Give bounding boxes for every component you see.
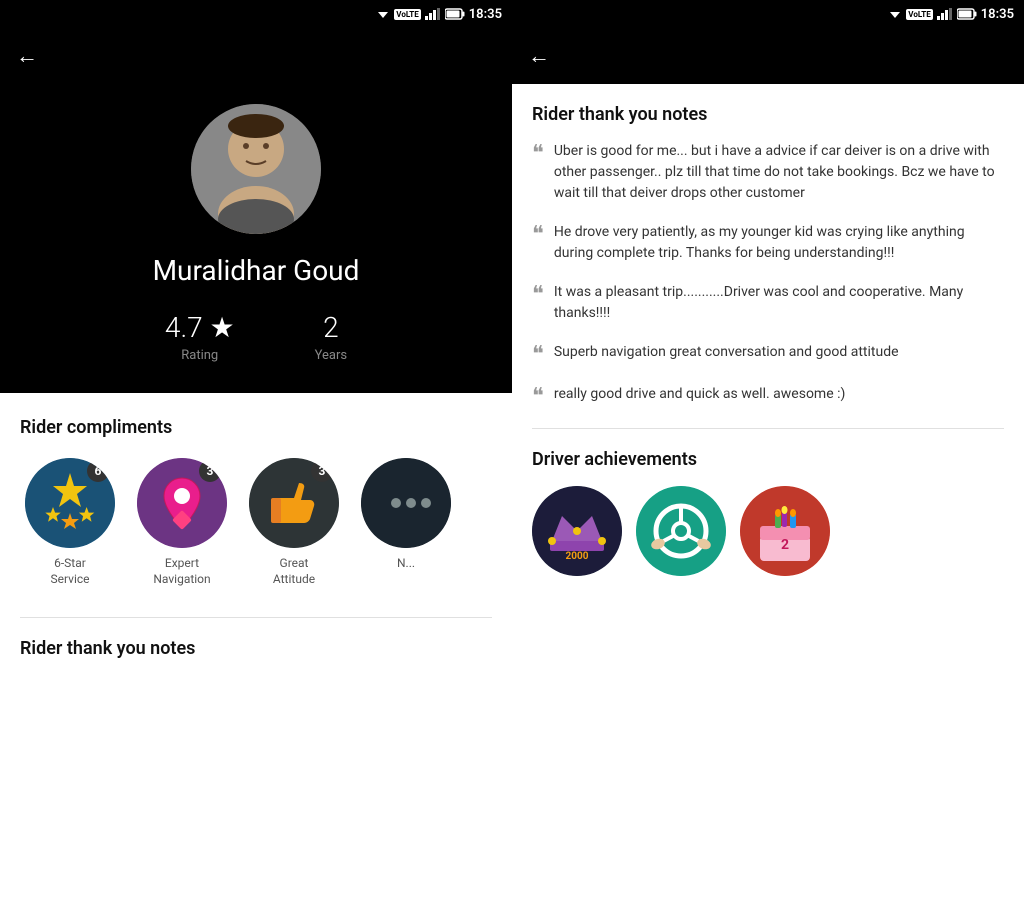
- back-button-right[interactable]: ←: [528, 43, 550, 69]
- achievements-row: 2000: [532, 486, 1004, 576]
- note-3: ❝ It was a pleasant trip...........Drive…: [532, 282, 1004, 324]
- compliments-title: Rider compliments: [20, 417, 492, 438]
- signal-icon-right: [937, 8, 953, 20]
- compliment-att-label: GreatAttitude: [273, 556, 315, 587]
- note-text-5: really good drive and quick as well. awe…: [554, 384, 846, 405]
- right-panel: VoLTE 18:35 ← Rider thank you notes ❝ Ub…: [512, 0, 1024, 911]
- note-1: ❝ Uber is good for me... but i have a ad…: [532, 141, 1004, 204]
- white-section: Rider compliments 6 6-StarService: [0, 393, 512, 911]
- years-stat: 2 Years: [315, 311, 347, 363]
- quote-icon-2: ❝: [532, 224, 544, 246]
- note-2: ❝ He drove very patiently, as my younger…: [532, 222, 1004, 264]
- compliment-more: N...: [356, 458, 456, 587]
- svg-text:2000: 2000: [566, 551, 589, 562]
- compliment-more-icon: [361, 458, 451, 548]
- compliments-row: 6 6-StarService 3: [20, 458, 492, 597]
- notes-title-left: Rider thank you notes: [20, 638, 492, 659]
- badge-navigation: 3: [199, 460, 221, 482]
- compliment-more-label: N...: [397, 556, 415, 572]
- battery-icon-left: [445, 8, 465, 20]
- notes-title-right: Rider thank you notes: [532, 104, 1004, 125]
- years-value: 2: [323, 311, 339, 344]
- achievements-title: Driver achievements: [532, 449, 1004, 470]
- note-4: ❝ Superb navigation great conversation a…: [532, 342, 1004, 366]
- wifi-icon-right: [888, 8, 902, 20]
- years-label: Years: [315, 348, 347, 363]
- note-text-4: Superb navigation great conversation and…: [554, 342, 899, 363]
- time-right: 18:35: [981, 7, 1014, 22]
- achievement-crown: 2000: [532, 486, 622, 576]
- rating-label: Rating: [181, 348, 218, 363]
- compliment-att-icon: 3: [249, 458, 339, 548]
- achievement-cake: 2: [740, 486, 830, 576]
- compliment-6star: 6 6-StarService: [20, 458, 120, 587]
- quote-icon-5: ❝: [532, 386, 544, 408]
- badge-attitude: 3: [311, 460, 333, 482]
- note-5: ❝ really good drive and quick as well. a…: [532, 384, 1004, 408]
- volte-badge-right: VoLTE: [906, 9, 932, 20]
- note-text-2: He drove very patiently, as my younger k…: [554, 222, 1004, 264]
- compliment-navigation: 3 ExpertNavigation: [132, 458, 232, 587]
- signal-icon-left: [425, 8, 441, 20]
- quote-icon-3: ❝: [532, 284, 544, 306]
- time-left: 18:35: [469, 7, 502, 22]
- compliment-6star-icon: 6: [25, 458, 115, 548]
- volte-badge-left: VoLTE: [394, 9, 420, 20]
- compliment-nav-label: ExpertNavigation: [153, 556, 210, 587]
- left-top-bar: ←: [0, 28, 512, 84]
- divider-notes: [532, 428, 1004, 429]
- left-status-bar: VoLTE 18:35: [0, 0, 512, 28]
- quote-icon-1: ❝: [532, 143, 544, 165]
- right-content: Rider thank you notes ❝ Uber is good for…: [512, 84, 1024, 911]
- achievement-wheel: [636, 486, 726, 576]
- profile-section: Muralidhar Goud 4.7 ★ Rating 2 Years: [0, 84, 512, 393]
- quote-icon-4: ❝: [532, 344, 544, 366]
- rating-stat: 4.7 ★ Rating: [165, 311, 235, 363]
- svg-text:2: 2: [781, 537, 789, 553]
- wifi-icon: [376, 8, 390, 20]
- compliment-nav-icon: 3: [137, 458, 227, 548]
- divider-compliments: [20, 617, 492, 618]
- back-button-left[interactable]: ←: [16, 43, 38, 69]
- right-top-bar: ←: [512, 28, 1024, 84]
- note-text-3: It was a pleasant trip...........Driver …: [554, 282, 1004, 324]
- rating-value: 4.7 ★: [165, 311, 235, 344]
- right-status-bar: VoLTE 18:35: [512, 0, 1024, 28]
- left-panel: VoLTE 18:35 ←: [0, 0, 512, 911]
- driver-name: Muralidhar Goud: [153, 254, 360, 287]
- note-text-1: Uber is good for me... but i have a advi…: [554, 141, 1004, 204]
- avatar: [191, 104, 321, 234]
- stats-row: 4.7 ★ Rating 2 Years: [165, 311, 347, 363]
- battery-icon-right: [957, 8, 977, 20]
- compliment-6star-label: 6-StarService: [50, 556, 89, 587]
- compliment-attitude: 3 GreatAttitude: [244, 458, 344, 587]
- badge-6star: 6: [87, 460, 109, 482]
